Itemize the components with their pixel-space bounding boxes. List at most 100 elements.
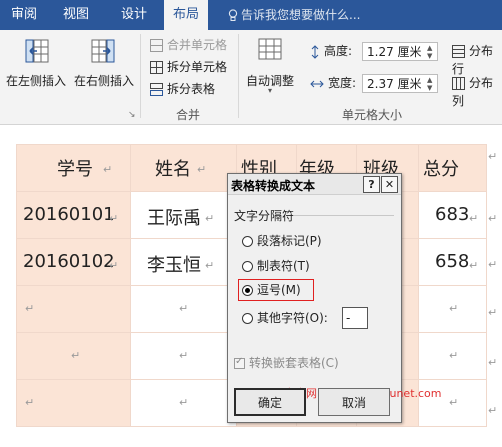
checkbox-checked-icon xyxy=(234,356,245,369)
merge-cells-button[interactable]: 合并单元格 xyxy=(150,36,227,54)
table-cell[interactable]: ↵ xyxy=(16,285,131,333)
split-table-icon xyxy=(150,83,163,96)
paragraph-mark: ↵ xyxy=(179,302,189,315)
insert-left-button[interactable]: 在左侧插入 xyxy=(6,72,66,89)
radio-tab[interactable]: 制表符(T) xyxy=(242,257,310,275)
paragraph-mark: ↵ xyxy=(25,396,35,409)
paragraph-mark: ↵ xyxy=(109,259,119,272)
radio-button-selected-icon xyxy=(242,285,253,296)
convert-nested-tables-checkbox[interactable]: 转换嵌套表格(C) xyxy=(234,354,339,371)
cancel-button[interactable]: 取消 xyxy=(318,388,390,416)
cell-text: 658 xyxy=(435,251,470,272)
paragraph-mark: ↵ xyxy=(109,212,119,225)
radio-paragraph-mark[interactable]: 段落标记(P) xyxy=(242,232,322,250)
row-end-mark: ↵ xyxy=(488,306,498,319)
cell-text: 李玉恒 xyxy=(147,255,201,276)
table-cell[interactable]: ↵ xyxy=(418,332,487,380)
spinner-arrows-icon[interactable]: ▲ ▼ xyxy=(427,76,435,92)
split-cells-icon xyxy=(150,61,163,74)
split-table-button[interactable]: 拆分表格 xyxy=(150,80,215,98)
section-divider xyxy=(294,215,394,216)
table-cell[interactable]: 658 ↵ xyxy=(418,238,487,286)
radio-comma[interactable]: 逗号(M) xyxy=(242,281,301,299)
row-height-input[interactable]: 1.27 厘米 ▲ ▼ xyxy=(362,42,438,61)
width-label: 宽度: xyxy=(310,74,356,92)
tab-review[interactable]: 审阅 xyxy=(4,0,44,30)
table-cell[interactable]: 683 ↵ xyxy=(418,191,487,239)
tab-layout[interactable]: 布局 xyxy=(164,0,208,31)
autofit-icon xyxy=(258,38,282,67)
table-cell[interactable]: ↵ xyxy=(130,379,237,427)
tell-me-search[interactable]: 告诉我您想要做什么... xyxy=(228,0,360,30)
table-cell[interactable]: ↵ xyxy=(130,332,237,380)
paragraph-mark: ↵ xyxy=(469,212,479,225)
radio-label: 段落标记(P) xyxy=(257,234,322,248)
close-button[interactable]: ✕ xyxy=(381,176,398,193)
header-text: 总分 xyxy=(423,159,459,180)
table-cell[interactable]: 王际禹 ↵ xyxy=(130,191,237,239)
column-width-input[interactable]: 2.37 厘米 ▲ ▼ xyxy=(362,74,438,93)
height-label: 高度: xyxy=(310,42,352,60)
table-cell[interactable]: ↵ xyxy=(418,285,487,333)
distribute-rows-icon xyxy=(452,45,465,58)
table-cell[interactable]: ↵ xyxy=(130,285,237,333)
cell-text: 王际禹 xyxy=(147,208,201,229)
row-end-mark: ↵ xyxy=(488,150,498,163)
spinner-arrows-icon[interactable]: ▲ ▼ xyxy=(427,44,435,60)
merge-cells-label: 合并单元格 xyxy=(167,38,228,52)
radio-button-icon xyxy=(242,261,253,272)
radio-label: 逗号(M) xyxy=(257,283,301,297)
other-char-input[interactable]: - xyxy=(342,307,368,329)
split-table-label: 拆分表格 xyxy=(167,82,216,96)
distribute-cols-icon xyxy=(452,77,465,90)
radio-button-icon xyxy=(242,236,253,247)
column-width-icon xyxy=(310,80,324,87)
paragraph-mark: ↵ xyxy=(103,163,113,176)
paragraph-mark: ↵ xyxy=(197,163,207,176)
separator-section-title: 文字分隔符 xyxy=(234,209,295,223)
table-header-cell[interactable]: 姓名 ↵ xyxy=(130,144,237,192)
insert-left-icon xyxy=(24,38,50,67)
ok-button[interactable]: 确定 xyxy=(234,388,306,416)
row-end-mark: ↵ xyxy=(488,212,498,225)
paragraph-mark: ↵ xyxy=(205,259,215,272)
insert-right-button[interactable]: 在右侧插入 xyxy=(74,72,134,89)
autofit-dropdown-chevron-icon[interactable]: ▾ xyxy=(268,86,272,95)
tell-me-text: 告诉我您想要做什么... xyxy=(241,8,361,22)
radio-other-char[interactable]: 其他字符(O): xyxy=(242,309,328,327)
table-cell[interactable]: 李玉恒 ↵ xyxy=(130,238,237,286)
ribbon-separator xyxy=(238,34,239,118)
table-cell[interactable]: 20160101 ↵ xyxy=(16,191,131,239)
paragraph-mark: ↵ xyxy=(449,396,459,409)
distribute-rows-button[interactable]: 分布行 xyxy=(452,42,502,76)
cell-text: 20160102 xyxy=(23,251,115,272)
paragraph-mark: ↵ xyxy=(179,396,189,409)
checkbox-label: 转换嵌套表格(C) xyxy=(249,356,339,370)
table-cell[interactable]: ↵ xyxy=(16,379,131,427)
help-button[interactable]: ? xyxy=(363,176,380,193)
cell-text: 683 xyxy=(435,204,470,225)
rows-cols-dialog-launcher-icon[interactable]: ↘ xyxy=(128,110,136,120)
insert-right-icon xyxy=(90,38,116,67)
table-header-cell[interactable]: 学号 ↵ xyxy=(16,144,131,192)
cell-text: 20160101 xyxy=(23,204,115,225)
row-end-mark: ↵ xyxy=(488,356,498,369)
table-header-cell[interactable]: 总分 xyxy=(418,144,487,192)
tab-design[interactable]: 设计 xyxy=(114,0,154,30)
ribbon-separator xyxy=(140,34,141,118)
ribbon-tab-bar: 审阅 视图 设计 布局 告诉我您想要做什么... xyxy=(0,0,502,31)
distribute-cols-button[interactable]: 分布列 xyxy=(452,74,502,108)
paragraph-mark: ↵ xyxy=(71,349,81,362)
tab-view[interactable]: 视图 xyxy=(56,0,96,30)
column-width-value: 2.37 厘米 xyxy=(367,77,422,91)
width-label-text: 宽度: xyxy=(328,76,357,90)
table-cell[interactable]: 20160102 ↵ xyxy=(16,238,131,286)
paragraph-mark: ↵ xyxy=(25,302,35,315)
table-cell[interactable]: ↵ xyxy=(16,332,131,380)
lightbulb-icon xyxy=(228,9,238,21)
height-label-text: 高度: xyxy=(324,44,353,58)
row-height-icon xyxy=(311,44,319,59)
dialog-title-bar[interactable]: 表格转换成文本 ? ✕ xyxy=(228,174,401,195)
paragraph-mark: ↵ xyxy=(179,349,189,362)
split-cells-button[interactable]: 拆分单元格 xyxy=(150,58,227,76)
